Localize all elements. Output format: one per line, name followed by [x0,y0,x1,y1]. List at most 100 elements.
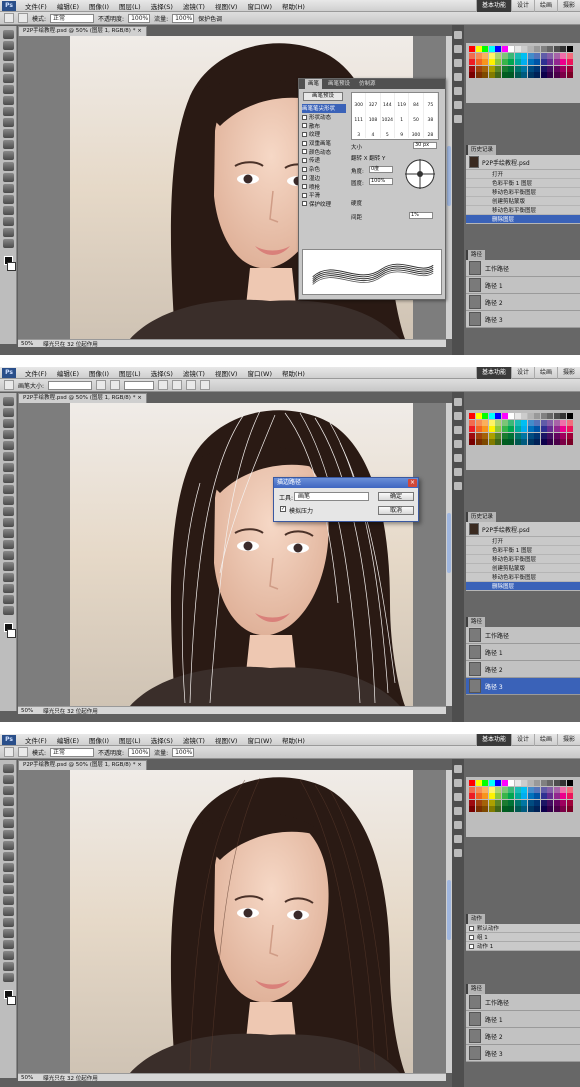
color-swatch[interactable] [482,59,488,65]
color-swatch[interactable] [540,59,547,65]
color-swatch[interactable] [547,59,553,65]
color-swatch[interactable] [482,72,488,78]
shape-tool-icon[interactable] [2,217,14,226]
color-swatch[interactable] [495,439,501,445]
workspace-painting[interactable]: 绘画 [533,734,557,746]
color-swatch[interactable] [553,46,560,52]
quick-select-tool-icon[interactable] [2,430,14,439]
color-swatch[interactable] [566,786,573,793]
color-swatch[interactable] [521,780,527,786]
pen-tool-icon[interactable] [2,184,14,193]
color-swatch[interactable] [547,426,553,432]
menu-help[interactable]: 帮助(H) [277,735,310,745]
color-swatch[interactable] [553,793,560,799]
color-swatch[interactable] [553,65,560,72]
workspace-painting[interactable]: 绘画 [533,0,557,12]
blur-tool-icon[interactable] [2,529,14,538]
marquee-tool-icon[interactable] [2,41,14,50]
color-swatch[interactable] [534,793,540,799]
workspace-design[interactable]: 设计 [510,367,534,379]
brush-tip[interactable]: 327 [366,93,381,108]
color-swatch[interactable] [514,793,521,799]
color-swatch[interactable] [527,432,534,439]
checkbox[interactable] [469,925,474,931]
path-select-tool-icon[interactable] [2,206,14,215]
eraser-tool-icon[interactable] [2,140,14,149]
workspace-painting[interactable]: 绘画 [533,367,557,379]
menu-image[interactable]: 图像(I) [84,1,114,11]
color-swatch[interactable] [534,780,540,786]
zoom-level[interactable]: 50% [21,341,33,347]
document-tab[interactable]: P2P手绘教程.psd @ 50% (图层 1, RGB/8) * × [18,26,147,36]
dock-icon[interactable] [454,849,462,857]
menu-select[interactable]: 选择(S) [146,1,178,11]
scrollbar-thumb[interactable] [447,513,451,573]
brush-tip-grid[interactable]: 300 327 144 119 84 75 111 108 1024 1 50 … [351,92,439,140]
hand-tool-icon[interactable] [2,962,14,971]
spacing-field[interactable]: 1% [409,212,433,219]
color-swatch[interactable] [469,432,475,439]
color-swatch[interactable] [547,72,553,78]
tab-history[interactable]: 历史记录 [468,145,497,155]
path-item[interactable]: 工作路径 [466,627,580,644]
color-swatch[interactable] [553,413,560,419]
color-swatch[interactable] [488,413,495,419]
eraser-tool-icon[interactable] [2,874,14,883]
path-item[interactable]: 路径 2 [466,294,580,311]
history-step[interactable]: 移动色彩平衡图层 [466,573,580,582]
color-swatch[interactable] [527,799,534,806]
color-swatch[interactable] [482,65,488,72]
color-swatch[interactable] [475,65,482,72]
color-swatch[interactable] [488,439,495,445]
document-tab[interactable]: P2P手绘教程.psd @ 50% (图层 1, RGB/8) * × [18,393,147,403]
color-swatch[interactable] [553,59,560,65]
eyedropper-tool-icon[interactable] [2,819,14,828]
color-swatch[interactable] [514,806,521,812]
color-swatch[interactable] [475,72,482,78]
eyedropper-tool-icon[interactable] [2,85,14,94]
color-swatch[interactable] [553,439,560,445]
color-swatch[interactable] [534,432,540,439]
dock-icon[interactable] [454,426,462,434]
color-swatch[interactable] [475,780,482,786]
color-swatch[interactable] [482,426,488,432]
color-swatch[interactable] [527,413,534,419]
color-swatch[interactable] [514,786,521,793]
history-step[interactable]: 移动色彩平衡图层 [466,188,580,197]
color-swatch[interactable] [527,52,534,59]
checkbox[interactable] [302,175,307,181]
color-swatch[interactable] [566,419,573,426]
rectangle-icon[interactable] [186,380,197,390]
color-swatch[interactable] [553,426,560,432]
history-step[interactable]: 移动色彩平衡图层 [466,555,580,564]
dock-icon[interactable] [454,765,462,773]
menu-help[interactable]: 帮助(H) [277,1,310,11]
color-swatch[interactable] [508,799,514,806]
swatch-grid[interactable] [469,413,577,445]
color-swatch[interactable] [521,59,527,65]
checkbox[interactable] [302,114,307,120]
color-swatch[interactable] [501,799,508,806]
path-item[interactable]: 工作路径 [466,260,580,277]
color-swatch[interactable] [488,786,495,793]
flow-field[interactable]: 100% [172,13,195,23]
color-swatch[interactable] [482,439,488,445]
color-swatch[interactable] [501,46,508,52]
color-swatch[interactable] [488,780,495,786]
color-swatch[interactable] [521,806,527,812]
document-canvas[interactable] [18,770,446,1073]
menu-filter[interactable]: 滤镜(T) [178,368,210,378]
dock-icon[interactable] [454,45,462,53]
color-swatch[interactable] [501,793,508,799]
color-swatch[interactable] [527,46,534,52]
color-swatch[interactable] [560,806,566,812]
brush-tip[interactable]: 1 [395,108,410,123]
document-canvas[interactable] [18,403,446,706]
color-swatch[interactable] [534,52,540,59]
crop-tool-icon[interactable] [2,74,14,83]
color-swatch[interactable] [495,426,501,432]
color-swatch[interactable] [495,59,501,65]
marquee-tool-icon[interactable] [2,408,14,417]
scrollbar-thumb[interactable] [447,146,451,206]
color-swatch[interactable] [566,439,573,445]
